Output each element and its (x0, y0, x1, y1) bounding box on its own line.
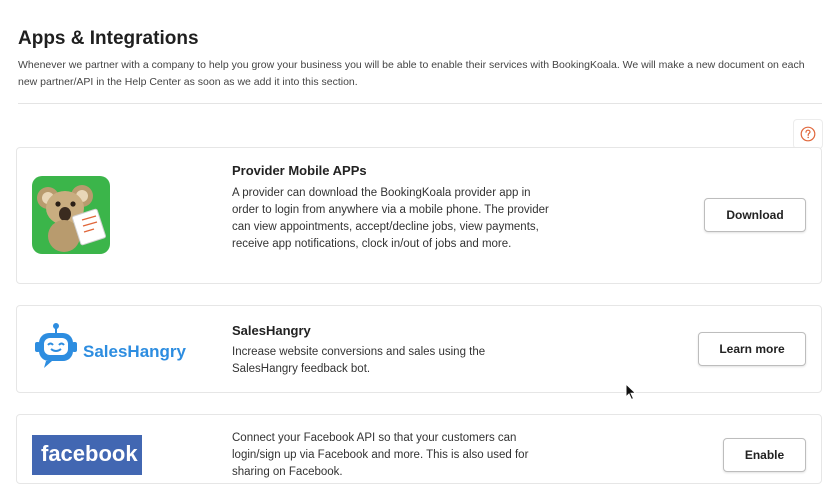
mouse-cursor-icon (625, 382, 637, 406)
facebook-logo-text: facebook (41, 441, 138, 466)
header-divider (18, 103, 822, 104)
page-description: Whenever we partner with a company to he… (18, 59, 805, 88)
integration-card-saleshangry: SalesHangry SalesHangry Increase website… (16, 305, 822, 393)
integration-card-facebook: facebook Connect your Facebook API so th… (16, 414, 822, 484)
saleshangry-logo: SalesHangry (32, 322, 192, 383)
card-title: Provider Mobile APPs (232, 163, 367, 178)
card-description: Connect your Facebook API so that your c… (232, 432, 529, 478)
enable-button[interactable]: Enable (723, 438, 806, 472)
download-button[interactable]: Download (704, 198, 806, 232)
bookingkoala-logo (32, 176, 110, 259)
question-circle-icon (800, 126, 816, 142)
facebook-logo: facebook (32, 435, 142, 475)
saleshangry-logo-text: SalesHangry (83, 342, 187, 361)
card-title: SalesHangry (232, 323, 311, 338)
integration-card-provider-app: Provider Mobile APPs A provider can down… (16, 147, 822, 284)
learn-more-button[interactable]: Learn more (698, 332, 806, 366)
page-title: Apps & Integrations (18, 28, 199, 49)
card-description: A provider can download the BookingKoala… (232, 187, 549, 250)
help-button[interactable] (793, 119, 823, 149)
card-description: Increase website conversions and sales u… (232, 346, 486, 375)
